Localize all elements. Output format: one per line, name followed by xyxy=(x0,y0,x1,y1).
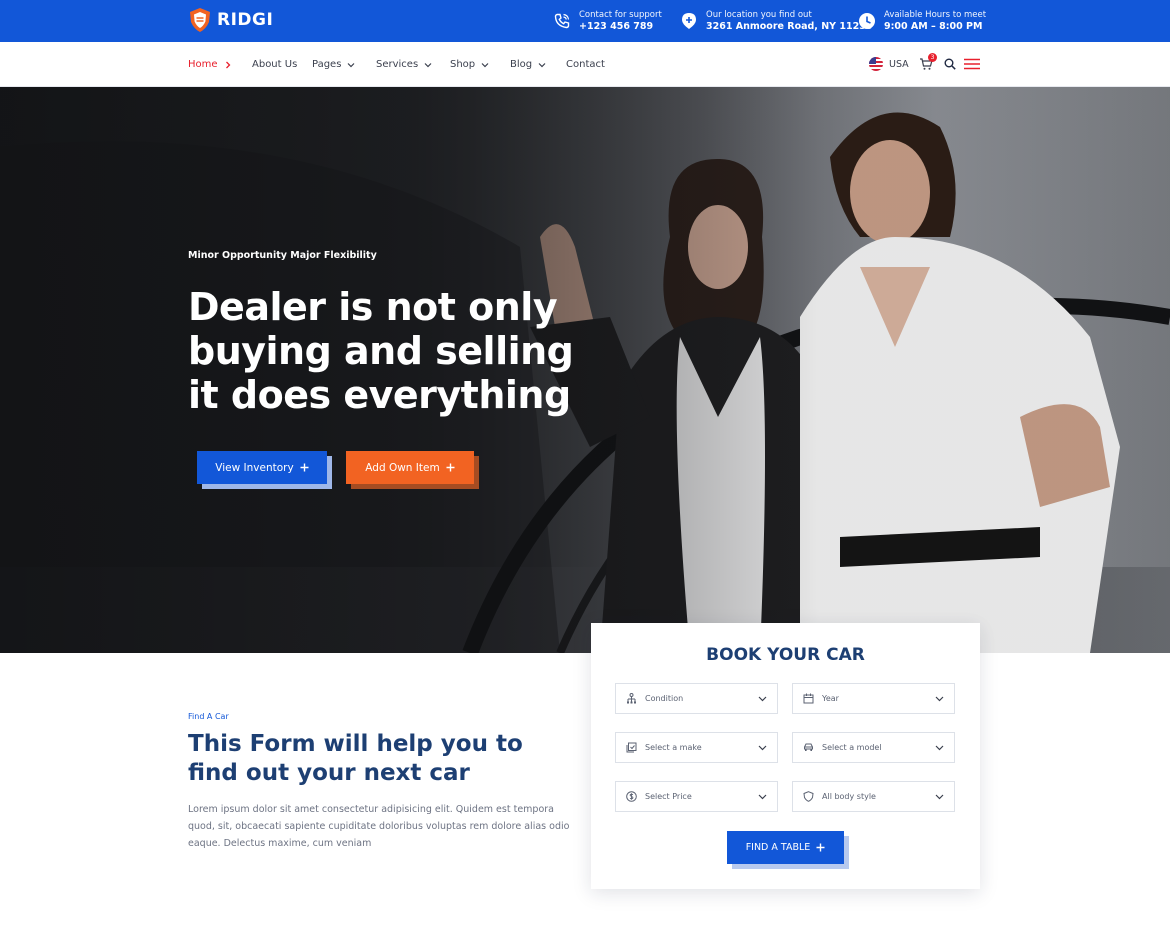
model-select[interactable]: Select a model xyxy=(792,732,955,763)
support-label: Contact for support xyxy=(579,10,662,20)
hero-banner: Minor Opportunity Major Flexibility Deal… xyxy=(0,87,1170,653)
chevron-down-icon xyxy=(935,745,944,751)
nav-blog-label: Blog xyxy=(510,59,533,70)
nav-contact-label: Contact xyxy=(566,59,605,70)
nav-about-label: About Us xyxy=(252,59,298,70)
nav-services-label: Services xyxy=(376,59,419,70)
booking-card: BOOK YOUR CAR Condition Year Select a ma… xyxy=(591,623,980,889)
year-label: Year xyxy=(822,694,839,703)
us-flag-icon xyxy=(869,57,883,71)
main-nav: Home About Us Pages Services Shop Blog C… xyxy=(0,42,1170,87)
plus-icon xyxy=(300,463,309,472)
add-own-item-label: Add Own Item xyxy=(365,461,440,474)
hours-value: 9:00 AM – 8:00 PM xyxy=(884,21,983,32)
find-a-table-label: FIND A TABLE xyxy=(745,842,811,853)
location-address: 3261 Anmoore Road, NY 11230 xyxy=(706,21,873,32)
hero-subtitle: Minor Opportunity Major Flexibility xyxy=(188,250,377,261)
location-label: Our location you find out xyxy=(706,10,812,20)
section-description: Lorem ipsum dolor sit amet consectetur a… xyxy=(188,804,570,849)
logo[interactable]: RIDGI xyxy=(188,7,273,33)
nav-blog[interactable]: Blog xyxy=(510,42,546,87)
booking-title: BOOK YOUR CAR xyxy=(706,645,865,665)
add-own-item-button[interactable]: Add Own Item xyxy=(346,451,474,484)
hero-title: Dealer is not only buying and selling it… xyxy=(188,285,574,417)
view-inventory-label: View Inventory xyxy=(215,461,294,474)
nav-home[interactable]: Home xyxy=(188,42,232,87)
cart-count-badge: 3 xyxy=(928,53,937,62)
search-icon[interactable] xyxy=(944,58,956,70)
clock-icon xyxy=(858,12,876,30)
nav-contact[interactable]: Contact xyxy=(566,42,605,87)
location-contact[interactable]: Our location you find out 3261 Anmoore R… xyxy=(680,9,872,33)
chevron-down-icon xyxy=(538,62,546,67)
nav-about-us[interactable]: About Us xyxy=(252,42,297,87)
chevron-down-icon xyxy=(758,794,767,800)
body-style-label: All body style xyxy=(822,792,876,801)
hours-label: Available Hours to meet xyxy=(884,10,987,20)
chevron-down-icon xyxy=(935,696,944,702)
car-icon xyxy=(804,743,813,751)
chevron-down-icon xyxy=(935,794,944,800)
chevron-down-icon xyxy=(758,745,767,751)
year-select[interactable]: Year xyxy=(792,683,955,714)
shield-icon xyxy=(803,791,814,802)
price-select[interactable]: Select Price xyxy=(615,781,778,812)
dollar-icon xyxy=(626,791,637,802)
nav-pages[interactable]: Pages xyxy=(312,42,355,87)
chevron-right-icon xyxy=(225,61,230,68)
chevron-down-icon xyxy=(347,62,355,67)
hours-contact: Available Hours to meet 9:00 AM – 8:00 P… xyxy=(858,9,986,33)
phone-icon xyxy=(553,12,571,30)
nav-shop-label: Shop xyxy=(450,59,476,70)
condition-icon xyxy=(627,693,636,704)
find-a-table-button[interactable]: FIND A TABLE xyxy=(727,831,844,864)
condition-select[interactable]: Condition xyxy=(615,683,778,714)
language-label: USA xyxy=(889,58,909,70)
language-selector[interactable]: USA xyxy=(869,57,909,71)
location-pin-icon xyxy=(680,12,698,30)
section-tag: Find A Car xyxy=(188,712,229,721)
brand-name: RIDGI xyxy=(217,10,274,30)
logo-shield-icon xyxy=(190,8,210,32)
chevron-down-icon xyxy=(424,62,432,67)
nav-pages-label: Pages xyxy=(312,59,342,70)
nav-services[interactable]: Services xyxy=(376,42,432,87)
condition-label: Condition xyxy=(645,694,684,703)
support-contact[interactable]: Contact for support +123 456 789 xyxy=(553,9,662,33)
section-title: This Form will help you to find out your… xyxy=(188,731,523,786)
model-label: Select a model xyxy=(822,743,882,752)
support-phone: +123 456 789 xyxy=(579,21,654,32)
plus-icon xyxy=(446,463,455,472)
hamburger-menu-icon[interactable] xyxy=(964,58,980,70)
make-select[interactable]: Select a make xyxy=(615,732,778,763)
plus-icon xyxy=(816,843,825,852)
body-style-select[interactable]: All body style xyxy=(792,781,955,812)
nav-shop[interactable]: Shop xyxy=(450,42,489,87)
top-bar: RIDGI Contact for support +123 456 789 O… xyxy=(0,0,1170,42)
price-label: Select Price xyxy=(645,792,692,801)
calendar-icon xyxy=(803,693,814,704)
make-icon xyxy=(626,742,637,753)
chevron-down-icon xyxy=(758,696,767,702)
make-label: Select a make xyxy=(645,743,702,752)
chevron-down-icon xyxy=(481,62,489,67)
view-inventory-button[interactable]: View Inventory xyxy=(197,451,327,484)
nav-home-label: Home xyxy=(188,59,218,70)
